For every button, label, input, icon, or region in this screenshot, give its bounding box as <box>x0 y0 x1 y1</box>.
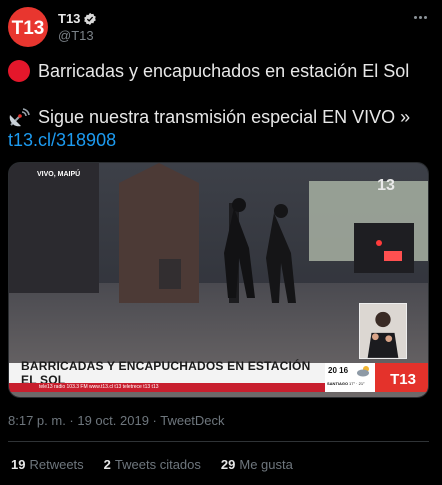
t13-logo-icon: T13 <box>12 18 45 39</box>
t13-bottom-logo: T13 <box>375 363 428 392</box>
cloud-sun-icon <box>357 366 369 377</box>
tweet-text-line1: Barricadas y encapuchados en estación El… <box>8 60 409 82</box>
red-circle-icon <box>8 60 30 82</box>
weather-time: 20 16 <box>328 366 349 375</box>
quotes-count: 2 <box>103 457 111 472</box>
t13-watermark-icon: 13 <box>377 177 395 194</box>
ticker-bar: tele13 radio 103.3 FM www.t13.cl t13 tel… <box>9 383 325 392</box>
retweets-stat[interactable]: 19 Retweets <box>11 457 84 472</box>
more-options-icon[interactable] <box>414 11 430 23</box>
svg-text:T13: T13 <box>390 371 416 388</box>
retweets-count: 19 <box>11 457 26 472</box>
news-banner: BARRICADAS Y ENCAPUCHADOS EN ESTACIÓN EL… <box>9 359 325 387</box>
tweet-cta: Sigue nuestra transmisión especial EN VI… <box>38 106 411 127</box>
weather-widget: 20 16 SANTIAGO 17° · 21° <box>325 363 375 392</box>
satellite-antenna-icon <box>9 108 30 127</box>
likes-stat[interactable]: 29 Me gusta <box>221 457 293 472</box>
avatar[interactable]: T13 <box>8 7 48 47</box>
svg-text:13: 13 <box>377 177 395 194</box>
author-handle[interactable]: @T13 <box>58 28 94 43</box>
likes-count: 29 <box>220 457 236 472</box>
tweet-link[interactable]: t13.cl/318908 <box>8 130 116 151</box>
divider <box>8 441 429 442</box>
retweets-label: Retweets <box>29 457 84 472</box>
verified-badge-icon <box>84 12 97 25</box>
video-media[interactable]: VIVO, MAIPÚ 13 BARRICADAS Y ENCAPUCHADOS… <box>8 162 429 398</box>
likes-label: Me gusta <box>239 457 293 472</box>
tweet-header: T13 T13 @T13 <box>8 7 434 47</box>
tweet-stats: 19 Retweets 2 Tweets citados 29 Me gusta <box>11 457 293 472</box>
t13-logo-icon: T13 <box>390 371 416 388</box>
weather-city: SANTIAGO <box>327 381 349 386</box>
quotes-stat[interactable]: 2 Tweets citados <box>104 457 201 472</box>
tweet-timestamp[interactable]: 8:17 p. m. · 19 oct. 2019 · TweetDeck <box>8 413 225 428</box>
sign-language-interpreter-inset <box>359 303 407 359</box>
author-name-row: T13 <box>58 11 97 26</box>
quotes-label: Tweets citados <box>114 457 201 472</box>
svg-text:T13: T13 <box>12 18 45 39</box>
live-location-label: VIVO, MAIPÚ <box>37 171 81 178</box>
tweet-text-line2: Sigue nuestra transmisión especial EN VI… <box>8 106 410 128</box>
weather-range: 17° · 21° <box>349 381 365 386</box>
tweet-headline: Barricadas y encapuchados en estación El… <box>38 60 410 81</box>
display-name[interactable]: T13 <box>58 11 80 26</box>
